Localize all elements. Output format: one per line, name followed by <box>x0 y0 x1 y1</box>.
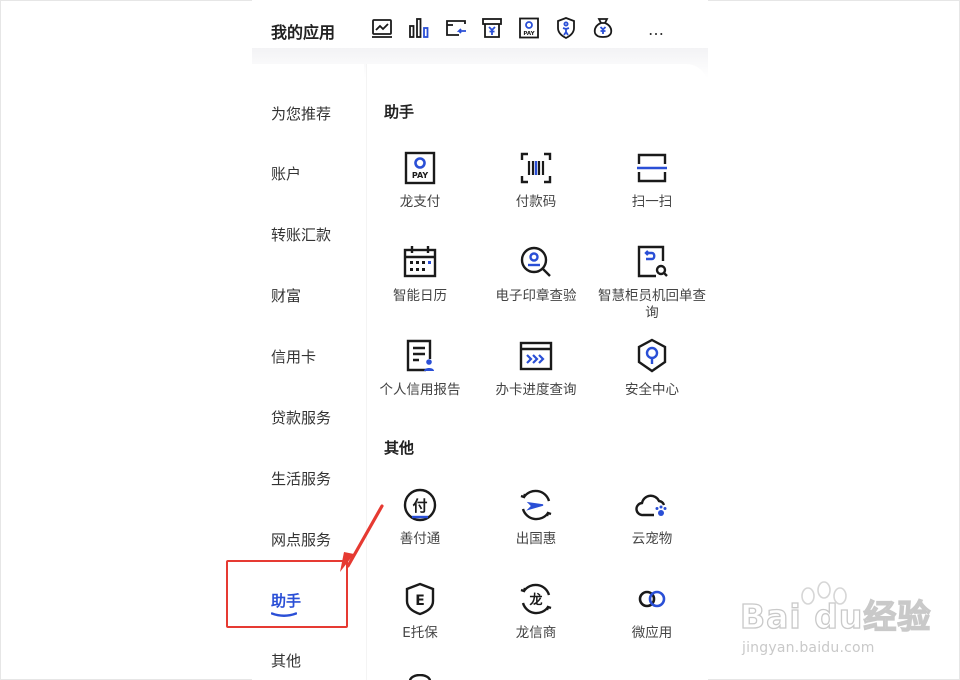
annotation-arrow <box>340 504 384 572</box>
tile-credit-report[interactable]: 个人信用报告 <box>362 338 478 399</box>
tile-label: 智能日历 <box>393 288 447 304</box>
svg-text:付: 付 <box>412 497 427 515</box>
tile-security-center[interactable]: 安全中心 <box>594 338 708 399</box>
next-row-icon-peek <box>408 674 432 680</box>
tile-label: 出国惠 <box>515 531 557 547</box>
tile-label: E托保 <box>402 625 438 641</box>
tile-atm-receipt[interactable]: 智慧柜员机回单查询 <box>594 244 708 322</box>
tile-scan[interactable]: 扫一扫 <box>594 150 708 211</box>
section-title-other: 其他 <box>384 439 415 457</box>
tile-label: 扫一扫 <box>631 194 673 210</box>
sidebar-item-loan[interactable]: 贷款服务 <box>271 407 331 429</box>
credit-report-icon <box>406 339 434 372</box>
sidebar-item-life[interactable]: 生活服务 <box>271 468 331 490</box>
tile-seal-check[interactable]: 电子印章查验 <box>478 244 594 305</box>
sidebar-item-account[interactable]: 账户 <box>271 163 301 185</box>
e-shield-icon: E <box>405 582 435 616</box>
sidebar-item-branch[interactable]: 网点服务 <box>271 529 331 551</box>
watermark-brand: Bai du经验 <box>739 596 932 636</box>
payment-code-icon <box>520 152 552 184</box>
fu-circle-icon: 付 <box>403 488 437 522</box>
sidebar-item-recommend[interactable]: 为您推荐 <box>271 103 331 125</box>
tile-label: 智慧柜员机回单查询 <box>598 288 706 321</box>
tile-chu-guo-hui[interactable]: 出国惠 <box>478 487 594 548</box>
money-bag-icon[interactable] <box>591 16 615 40</box>
svg-text:PAY: PAY <box>524 31 536 37</box>
yuan-box-icon[interactable] <box>480 16 504 40</box>
tile-label: 安全中心 <box>625 382 679 398</box>
long-pay-icon: PAY <box>404 151 436 185</box>
tile-cloud-pet[interactable]: 云宠物 <box>594 487 708 548</box>
receipt-search-icon <box>637 245 668 278</box>
sidebar-item-wealth[interactable]: 财富 <box>271 285 301 307</box>
sidebar-item-other[interactable]: 其他 <box>271 650 301 672</box>
tile-e-tuo-bao[interactable]: E E托保 <box>362 581 478 642</box>
chart-card-icon[interactable] <box>370 16 394 40</box>
security-shield-icon <box>637 338 667 373</box>
section-title-assistant: 助手 <box>384 103 415 121</box>
sidebar-item-transfer[interactable]: 转账汇款 <box>271 224 331 246</box>
tile-label: 办卡进度查询 <box>495 382 577 398</box>
card-arrow-icon[interactable] <box>444 16 468 40</box>
pay-icon[interactable]: PAY <box>517 16 541 40</box>
svg-text:龙: 龙 <box>529 592 542 608</box>
bar-chart-icon[interactable] <box>407 16 431 40</box>
tile-long-xin-shang[interactable]: 龙 龙信商 <box>478 581 594 642</box>
tile-payment-code[interactable]: 付款码 <box>478 150 594 211</box>
more-button[interactable]: … <box>648 20 665 39</box>
seal-search-icon <box>520 246 551 277</box>
tile-label: 微应用 <box>631 625 673 641</box>
tile-label: 个人信用报告 <box>379 382 461 398</box>
page-title: 我的应用 <box>271 23 336 42</box>
card-progress-icon <box>519 341 553 371</box>
svg-text:PAY: PAY <box>412 171 429 180</box>
plane-circle-icon <box>520 489 552 521</box>
cloud-pet-icon <box>635 494 667 517</box>
calendar-icon <box>403 246 437 278</box>
shield-person-icon[interactable] <box>554 16 578 40</box>
tile-long-pay[interactable]: PAY 龙支付 <box>362 150 478 211</box>
tile-label: 云宠物 <box>631 531 673 547</box>
link-rings-icon <box>638 590 666 608</box>
tile-micro-app[interactable]: 微应用 <box>594 581 708 642</box>
long-circle-icon: 龙 <box>520 583 552 615</box>
svg-text:E: E <box>415 593 425 609</box>
tile-label: 龙支付 <box>399 194 441 210</box>
sidebar-item-credit-card[interactable]: 信用卡 <box>271 346 316 368</box>
content-panel: 助手 PAY 龙支付 付款码 扫一扫 智能日历 电子印章查验 智慧柜员机回单查询 <box>366 64 708 680</box>
watermark-url: jingyan.baidu.com <box>742 640 875 656</box>
tile-label: 电子印章查验 <box>495 288 577 304</box>
tile-label: 付款码 <box>515 194 557 210</box>
quick-icons-row: PAY <box>370 16 628 40</box>
tile-card-progress[interactable]: 办卡进度查询 <box>478 338 594 399</box>
tile-label: 龙信商 <box>515 625 557 641</box>
tile-calendar[interactable]: 智能日历 <box>362 244 478 305</box>
scan-icon <box>637 153 667 183</box>
